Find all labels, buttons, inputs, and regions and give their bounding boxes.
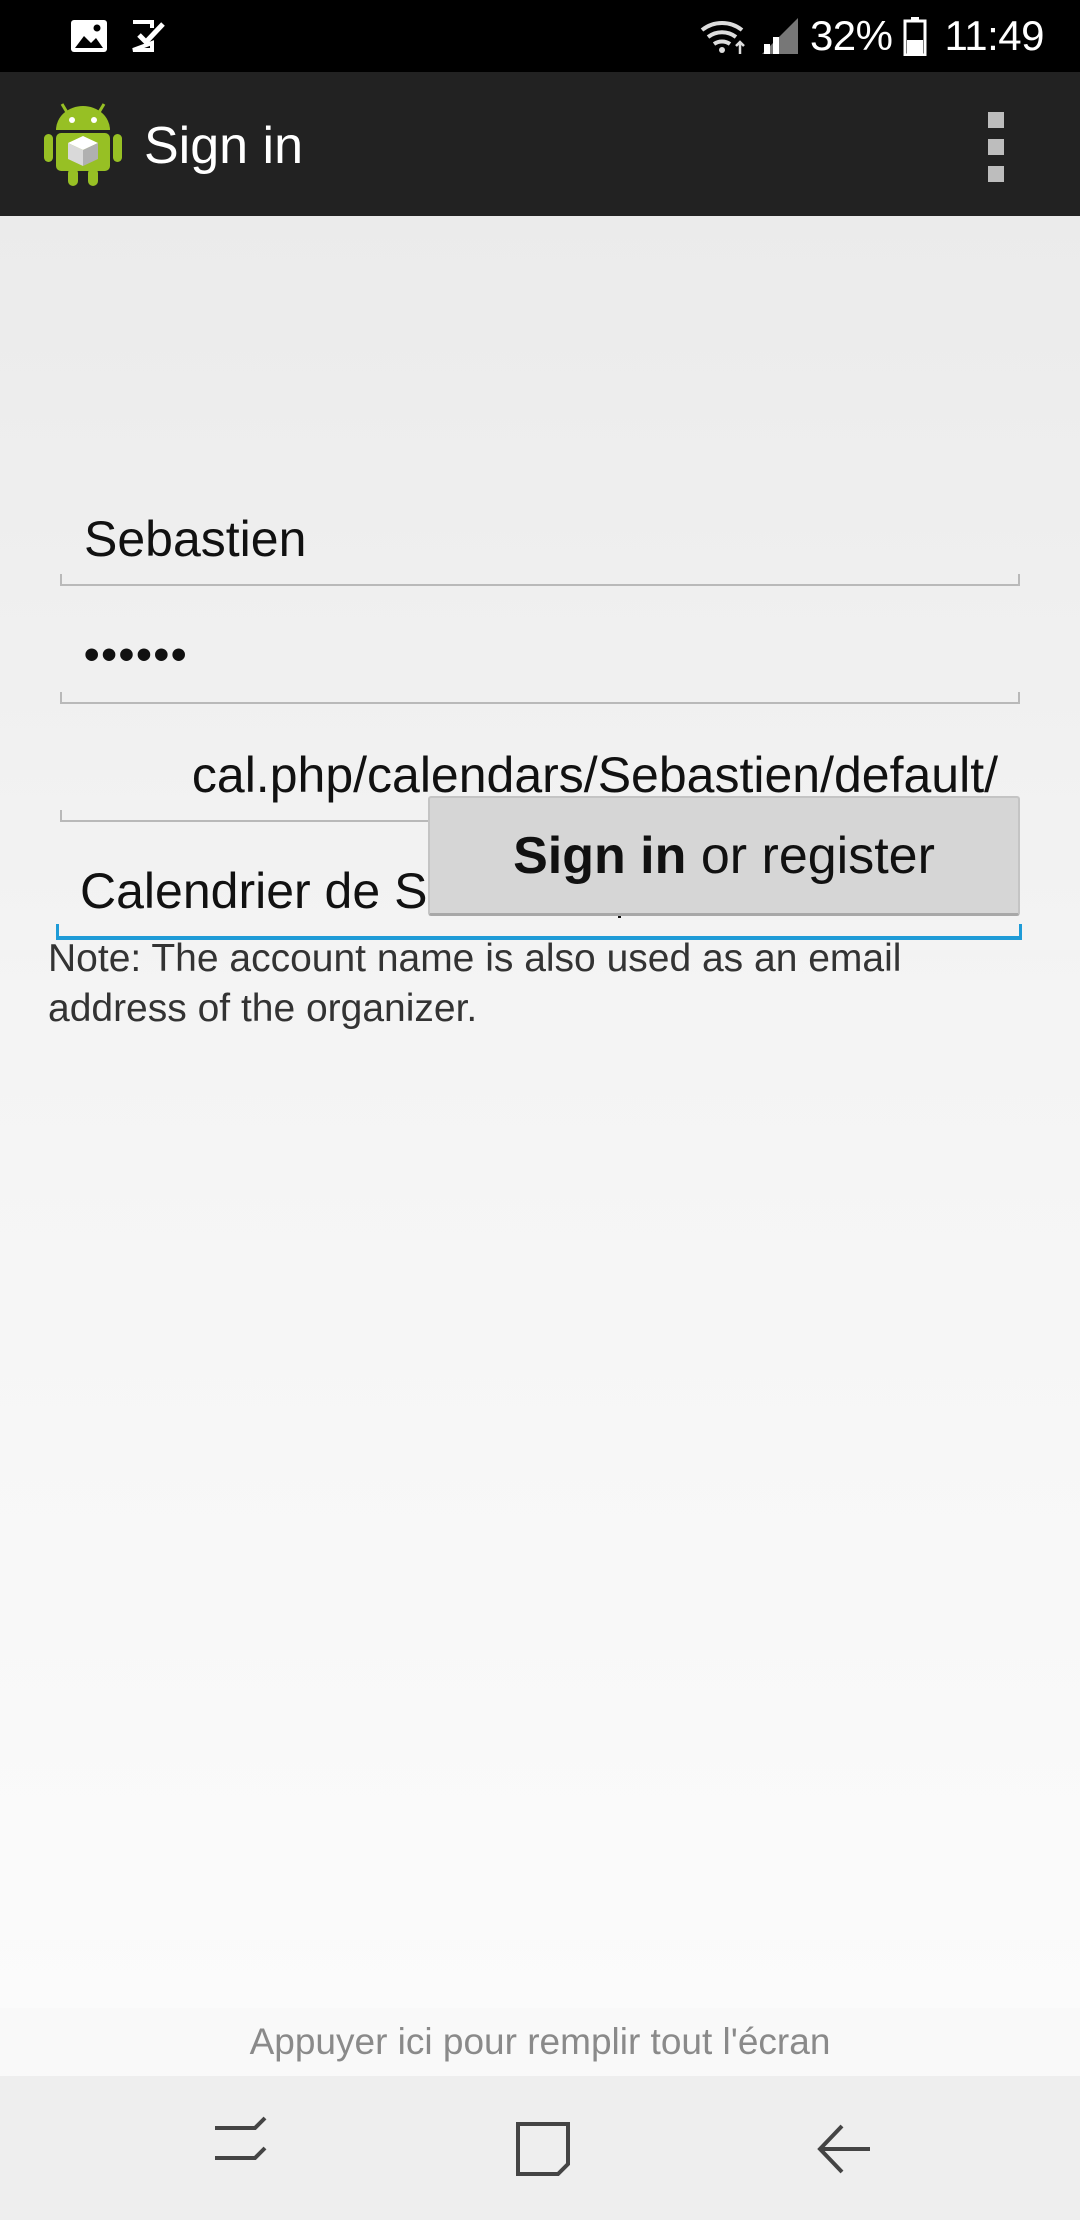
back-icon[interactable] — [812, 2116, 878, 2182]
notification-icons — [70, 16, 166, 56]
password-field[interactable]: •••••• — [60, 606, 1020, 704]
battery-percent: 32% — [809, 12, 893, 59]
wifi-icon — [700, 20, 745, 54]
android-robot-icon — [44, 103, 122, 186]
sign-in-form: Sebastien •••••• cal.php/calendars/Sebas… — [0, 216, 1080, 2008]
overflow-dot — [988, 139, 1004, 155]
sign-in-button-bold-label: Sign in — [513, 826, 687, 885]
recents-icon[interactable] — [207, 2116, 273, 2182]
home-icon[interactable] — [510, 2116, 576, 2182]
overflow-menu-icon[interactable] — [980, 112, 1012, 182]
page-title: Sign in — [144, 117, 303, 175]
password-value: •••••• — [84, 630, 189, 679]
sign-in-button-rest-label: or register — [700, 826, 935, 885]
button-space — [686, 826, 700, 886]
signal-icon — [761, 18, 798, 54]
navigation-bar — [0, 2076, 1080, 2220]
overflow-dot — [988, 166, 1004, 182]
account-note: Note: The account name is also used as a… — [48, 937, 902, 1030]
image-icon — [71, 20, 107, 52]
battery-icon — [903, 17, 926, 56]
username-field[interactable]: Sebastien — [60, 488, 1020, 586]
username-value: Sebastien — [84, 511, 307, 567]
sign-in-button[interactable]: Sign in or register — [428, 796, 1020, 916]
checkbox-icon — [132, 20, 165, 52]
status-bar: 32% 11:49 — [0, 0, 1080, 72]
clock: 11:49 — [944, 12, 1045, 59]
app-bar: Sign in — [0, 72, 1080, 216]
fullscreen-hint[interactable]: Appuyer ici pour remplir tout l'écran — [0, 2008, 1080, 2076]
overflow-dot — [988, 112, 1004, 128]
